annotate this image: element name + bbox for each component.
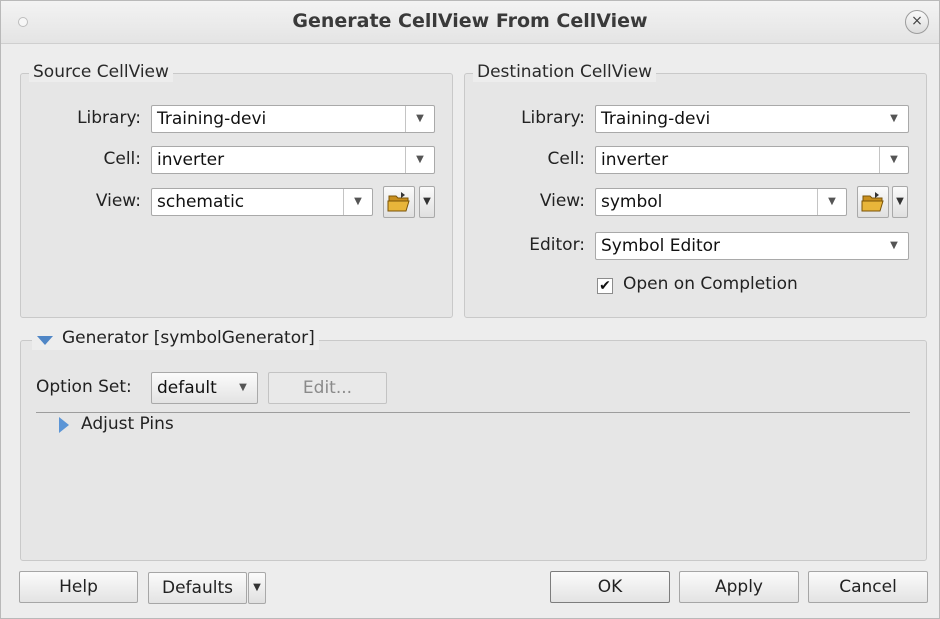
destination-editor-value: Symbol Editor	[601, 236, 721, 256]
title-bar[interactable]: Generate CellView From CellView ×	[1, 1, 939, 44]
source-cell-label: Cell:	[103, 149, 141, 169]
destination-view-label: View:	[539, 191, 585, 211]
source-browse-dropdown[interactable]: ▼	[419, 186, 435, 218]
source-library-label: Library:	[77, 108, 141, 128]
generator-legend[interactable]: Generator [symbolGenerator]	[32, 328, 319, 350]
apply-button[interactable]: Apply	[679, 571, 799, 603]
source-view-combo[interactable]: schematic ▼	[151, 188, 373, 216]
chevron-down-icon[interactable]: ▼	[879, 147, 908, 173]
destination-browse-button[interactable]	[857, 186, 889, 218]
destination-library-value: Training-devi	[601, 109, 711, 129]
source-view-value: schematic	[157, 192, 245, 212]
expanded-triangle-icon[interactable]	[37, 336, 53, 345]
destination-library-label: Library:	[521, 108, 585, 128]
collapsed-triangle-icon[interactable]	[59, 417, 69, 433]
close-icon[interactable]: ×	[905, 10, 929, 34]
destination-cell-value: inverter	[601, 150, 669, 170]
edit-button[interactable]: Edit...	[268, 372, 387, 404]
help-button[interactable]: Help	[19, 571, 138, 603]
source-view-label: View:	[95, 191, 141, 211]
option-set-combo[interactable]: default ▼	[151, 372, 258, 404]
open-on-completion-checkbox[interactable]: ✔	[597, 278, 613, 294]
chevron-down-icon[interactable]: ▼	[405, 147, 434, 173]
adjust-pins-expander[interactable]: Adjust Pins	[56, 413, 196, 437]
destination-view-combo[interactable]: symbol ▼	[595, 188, 847, 216]
source-library-value: Training-devi	[157, 109, 267, 129]
source-library-combo[interactable]: Training-devi ▼	[151, 105, 435, 133]
destination-browse-dropdown[interactable]: ▼	[892, 186, 908, 218]
dialog-window: Generate CellView From CellView × Source…	[0, 0, 940, 619]
adjust-pins-label: Adjust Pins	[81, 414, 174, 434]
chevron-down-icon[interactable]: ▼	[880, 233, 908, 259]
source-cell-value: inverter	[157, 150, 225, 170]
folder-open-icon	[861, 192, 884, 212]
folder-open-icon	[387, 192, 410, 212]
destination-cell-label: Cell:	[547, 149, 585, 169]
chevron-down-icon[interactable]: ▼	[880, 106, 908, 132]
option-set-label: Option Set:	[36, 377, 132, 397]
source-browse-button[interactable]	[383, 186, 415, 218]
open-on-completion-label[interactable]: Open on Completion	[623, 274, 798, 294]
source-cell-combo[interactable]: inverter ▼	[151, 146, 435, 174]
dialog-title: Generate CellView From CellView	[292, 10, 648, 32]
option-set-value: default	[157, 378, 217, 398]
destination-library-combo[interactable]: Training-devi ▼	[595, 105, 909, 133]
defaults-button[interactable]: Defaults	[148, 572, 247, 604]
defaults-dropdown[interactable]: ▼	[248, 572, 266, 604]
chevron-down-icon[interactable]: ▼	[405, 106, 434, 132]
destination-view-value: symbol	[601, 192, 663, 212]
chevron-down-icon[interactable]: ▼	[229, 373, 257, 399]
ok-button[interactable]: OK	[550, 571, 670, 603]
destination-cell-combo[interactable]: inverter ▼	[595, 146, 909, 174]
chevron-down-icon[interactable]: ▼	[817, 189, 846, 215]
destination-cellview-legend: Destination CellView	[473, 62, 657, 82]
destination-editor-combo[interactable]: Symbol Editor ▼	[595, 232, 909, 260]
generator-legend-label: Generator [symbolGenerator]	[62, 328, 315, 348]
chevron-down-icon[interactable]: ▼	[343, 189, 372, 215]
cancel-button[interactable]: Cancel	[808, 571, 928, 603]
source-cellview-legend: Source CellView	[29, 62, 173, 82]
destination-editor-label: Editor:	[529, 235, 585, 255]
